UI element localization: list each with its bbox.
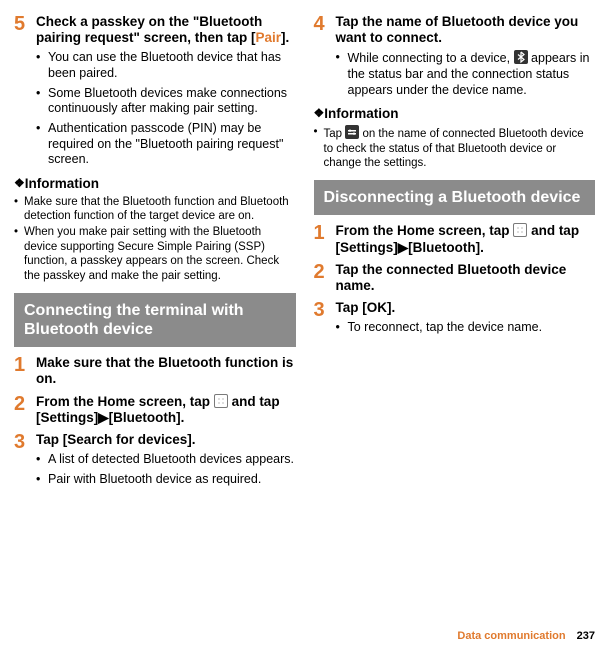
step-body: Tap the connected Bluetooth device name. (336, 262, 596, 294)
step-title: Tap [Search for devices]. (36, 432, 296, 448)
step-number: 2 (314, 262, 336, 294)
diamond-icon: ❖ (14, 176, 25, 190)
step-sub: Authentication passcode (PIN) may be req… (36, 121, 296, 168)
two-columns: 5 Check a passkey on the "Bluetooth pair… (14, 10, 595, 493)
info-post: on the name of connected Bluetooth devic… (324, 128, 584, 169)
apps-grid-icon (513, 223, 527, 237)
settings-square-icon (345, 125, 359, 139)
step-1b: 1 From the Home screen, tap and tap [Set… (314, 223, 596, 255)
step-3b: 3 Tap [OK]. To reconnect, tap the device… (314, 300, 596, 336)
step-title: Tap the connected Bluetooth device name. (336, 262, 596, 294)
step-title-post: ]. (281, 30, 289, 45)
step-number: 1 (14, 355, 36, 387)
information-header: ❖Information (14, 176, 296, 193)
step-number: 5 (14, 14, 36, 168)
information-label: Information (324, 106, 398, 121)
step-title: Make sure that the Bluetooth function is… (36, 355, 296, 387)
step-title: From the Home screen, tap and tap [Setti… (36, 394, 296, 426)
diamond-icon: ❖ (314, 106, 325, 120)
step-sub: A list of detected Bluetooth devices app… (36, 452, 296, 468)
step-sub: While connecting to a device, appears in… (336, 50, 596, 98)
step-sub: You can use the Bluetooth device that ha… (36, 50, 296, 81)
step-body: From the Home screen, tap and tap [Setti… (336, 223, 596, 255)
information-item: When you make pair setting with the Blue… (14, 225, 296, 283)
step-title: From the Home screen, tap and tap [Setti… (336, 223, 596, 255)
step-title: Tap [OK]. (336, 300, 596, 316)
step-3: 3 Tap [Search for devices]. A list of de… (14, 432, 296, 487)
information-item: Tap on the name of connected Bluetooth d… (314, 125, 596, 170)
step-body: Tap the name of Bluetooth device you wan… (336, 14, 596, 98)
step-number: 3 (314, 300, 336, 336)
step-body: Make sure that the Bluetooth function is… (36, 355, 296, 387)
section-heading: Disconnecting a Bluetooth device (314, 180, 596, 215)
bluetooth-icon (514, 50, 528, 64)
step-body: From the Home screen, tap and tap [Setti… (36, 394, 296, 426)
sub-pre: While connecting to a device, (348, 51, 514, 65)
step-body: Tap [Search for devices]. A list of dete… (36, 432, 296, 487)
information-label: Information (25, 176, 99, 191)
manual-page: 5 Check a passkey on the "Bluetooth pair… (0, 0, 609, 648)
information-header: ❖Information (314, 106, 596, 123)
step-title-pre: Check a passkey on the "Bluetooth pairin… (36, 14, 262, 45)
step-sub: Pair with Bluetooth device as required. (36, 472, 296, 488)
title-text-pre: From the Home screen, tap (336, 223, 514, 238)
title-text-b: [Bluetooth]. (109, 410, 185, 425)
page-footer: Data communication 237 (457, 630, 595, 642)
step-body: Tap [OK]. To reconnect, tap the device n… (336, 300, 596, 336)
section-heading: Connecting the terminal with Bluetooth d… (14, 293, 296, 347)
info-pre: Tap (324, 128, 346, 140)
right-column: 4 Tap the name of Bluetooth device you w… (314, 10, 596, 493)
step-sub: To reconnect, tap the device name. (336, 320, 596, 336)
information-item: Make sure that the Bluetooth function an… (14, 195, 296, 224)
step-5: 5 Check a passkey on the "Bluetooth pair… (14, 14, 296, 168)
step-body: Check a passkey on the "Bluetooth pairin… (36, 14, 296, 168)
footer-page-number: 237 (577, 630, 595, 642)
step-sub: Some Bluetooth devices make connections … (36, 86, 296, 117)
step-1: 1 Make sure that the Bluetooth function … (14, 355, 296, 387)
step-number: 4 (314, 14, 336, 98)
step-title-accent: Pair (255, 30, 281, 45)
step-number: 3 (14, 432, 36, 487)
step-title: Tap the name of Bluetooth device you wan… (336, 14, 596, 46)
step-title: Check a passkey on the "Bluetooth pairin… (36, 14, 296, 46)
title-text-pre: From the Home screen, tap (36, 394, 214, 409)
step-number: 2 (14, 394, 36, 426)
arrow-icon: ▶ (398, 240, 408, 255)
left-column: 5 Check a passkey on the "Bluetooth pair… (14, 10, 296, 493)
step-2: 2 From the Home screen, tap and tap [Set… (14, 394, 296, 426)
step-4: 4 Tap the name of Bluetooth device you w… (314, 14, 596, 98)
footer-section: Data communication (457, 630, 565, 642)
arrow-icon: ▶ (98, 410, 108, 425)
title-text-b: [Bluetooth]. (408, 240, 484, 255)
step-2b: 2 Tap the connected Bluetooth device nam… (314, 262, 596, 294)
apps-grid-icon (214, 394, 228, 408)
step-number: 1 (314, 223, 336, 255)
